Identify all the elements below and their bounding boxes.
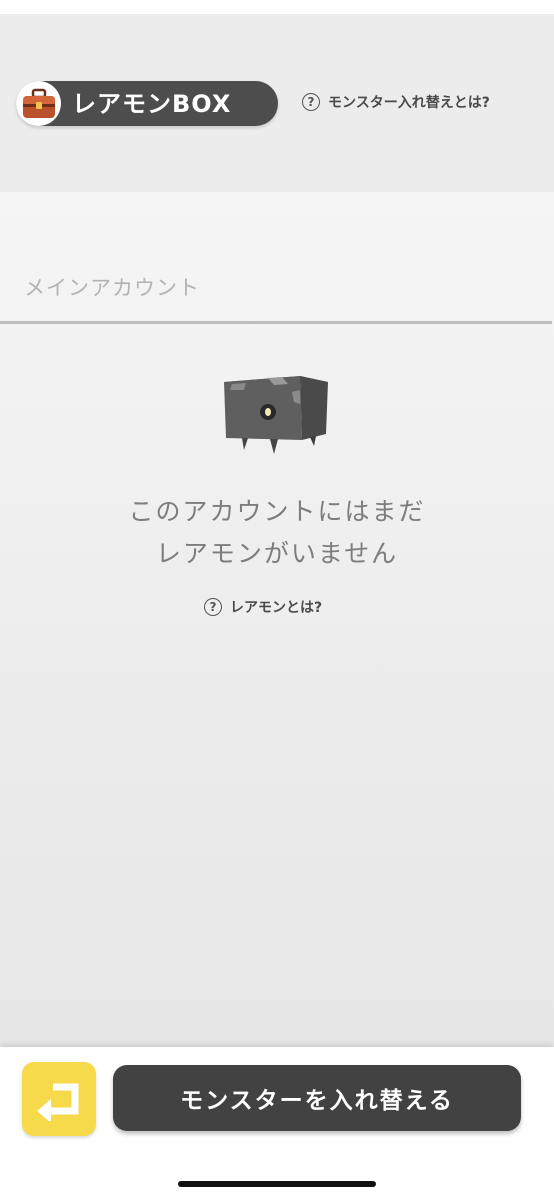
- account-divider: [0, 321, 552, 324]
- raremon-help-label: レアモンとは?: [230, 600, 323, 616]
- question-circle-icon: ?: [302, 93, 320, 111]
- swap-help-link[interactable]: ? モンスター入れ替えとは?: [302, 92, 490, 112]
- swap-monsters-button[interactable]: モンスターを入れ替える: [113, 1065, 521, 1131]
- empty-message-line1: このアカウントにはまだ: [128, 497, 426, 526]
- toolbox-icon: [16, 81, 61, 126]
- account-label: メインアカウント: [24, 276, 200, 300]
- raremon-help-link[interactable]: ? レアモンとは?: [204, 597, 322, 617]
- page-title: レアモンBOX: [72, 90, 232, 118]
- return-arrow-icon: [37, 1083, 79, 1121]
- status-bar-area: [0, 0, 554, 14]
- question-circle-icon: ?: [204, 598, 222, 616]
- swap-help-label: モンスター入れ替えとは?: [328, 95, 490, 111]
- back-button[interactable]: [22, 1062, 96, 1136]
- box-monster-icon: [222, 368, 332, 460]
- empty-message-line2: レアモンがいません: [155, 539, 399, 568]
- home-indicator[interactable]: [178, 1181, 376, 1187]
